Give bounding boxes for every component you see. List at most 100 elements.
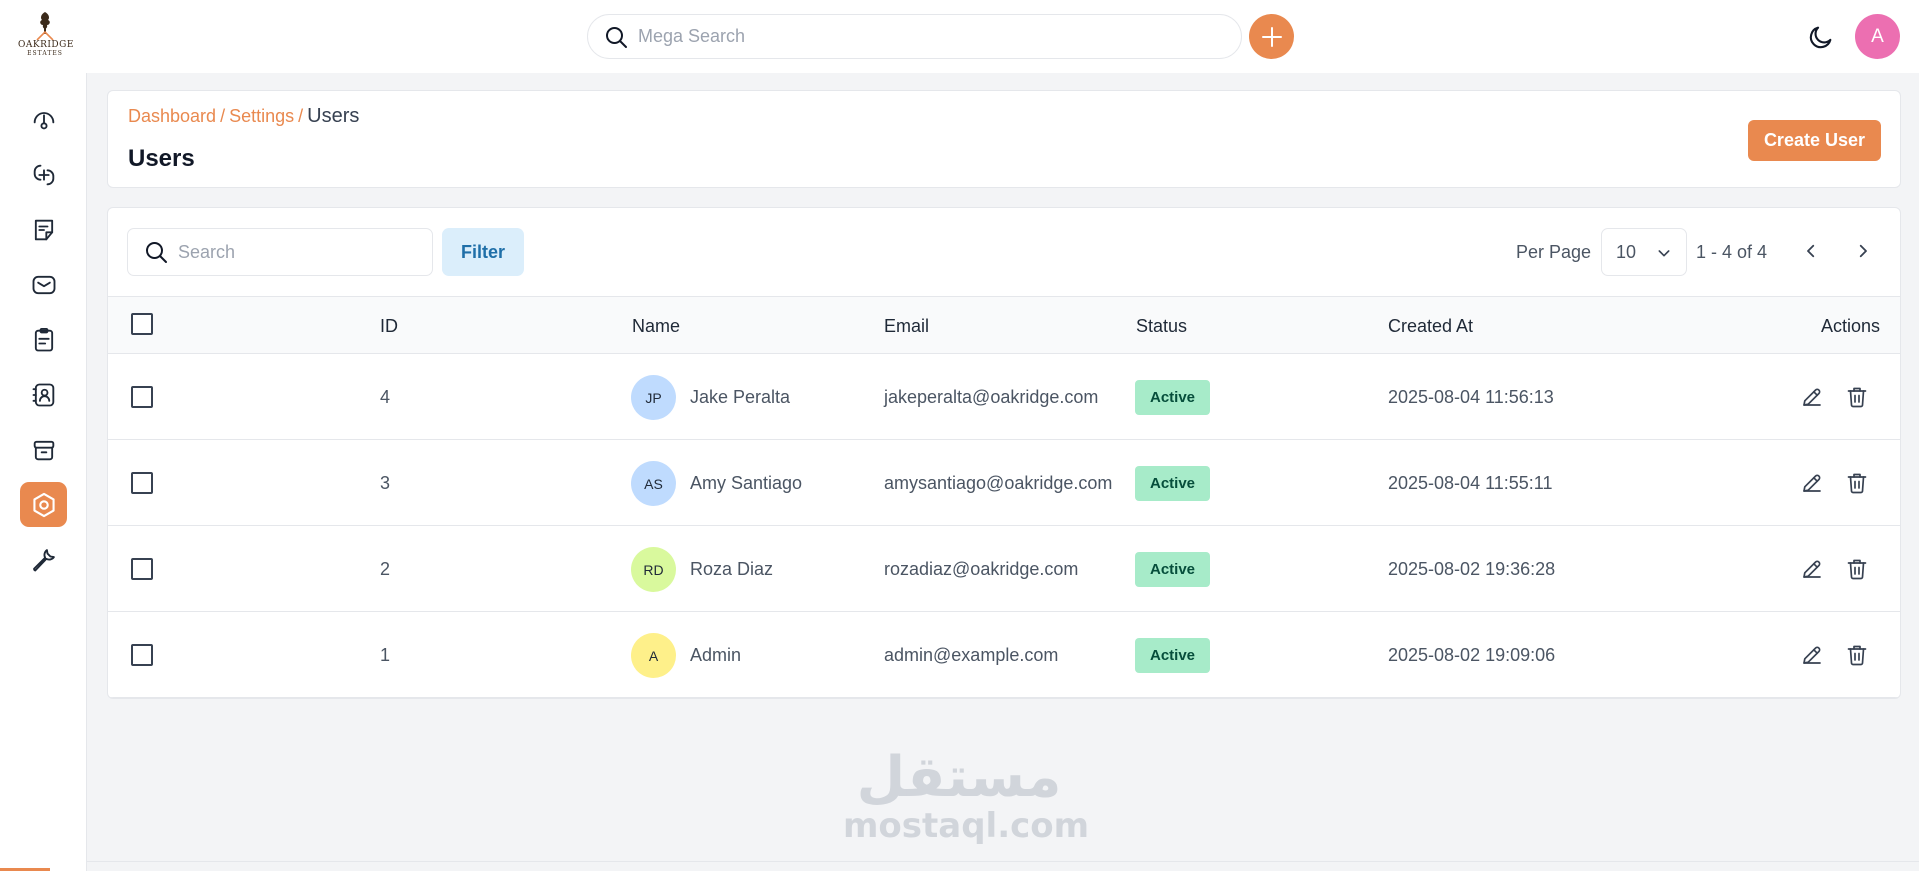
page-header-card: Dashboard / Settings / Users Users Create Us…	[107, 90, 1901, 188]
delete-button[interactable]	[1843, 383, 1871, 411]
create-user-button[interactable]: Create User	[1747, 120, 1881, 161]
user-name: Amy Santiago	[690, 473, 803, 493]
sidebar-item-tasks[interactable]	[20, 317, 67, 362]
breadcrumb-current: Users	[307, 105, 360, 127]
breadcrumb-dashboard[interactable]: Dashboard	[128, 106, 216, 126]
per-page-label: Per Page	[1516, 242, 1592, 262]
user-email: amysantiago@oakridge.com	[884, 473, 1113, 493]
mega-search-input[interactable]	[638, 26, 1198, 47]
trash-icon	[1847, 559, 1867, 580]
notes-icon	[34, 219, 53, 240]
oak-tree-icon	[36, 12, 54, 40]
search-icon	[606, 26, 627, 48]
top-bar: OAKRIDGE ESTATES A	[0, 0, 1919, 73]
column-header-created-at[interactable]: Created At	[1388, 316, 1473, 337]
select-all-checkbox[interactable]	[131, 313, 153, 335]
edit-button[interactable]	[1798, 469, 1826, 497]
edit-button[interactable]	[1798, 383, 1826, 411]
per-page-value: 10	[1616, 241, 1637, 262]
user-id: 2	[380, 559, 391, 579]
row-checkbox[interactable]	[131, 472, 153, 494]
pencil-icon	[1803, 474, 1821, 492]
status-badge: Active	[1135, 466, 1211, 501]
user-email: jakeperalta@oakridge.com	[884, 387, 1099, 407]
delete-button[interactable]	[1843, 555, 1871, 583]
dark-mode-toggle[interactable]	[1806, 22, 1836, 52]
watermark-latin: mostaql.com	[843, 806, 1090, 846]
trash-icon	[1847, 473, 1867, 494]
breadcrumb-separator: /	[298, 106, 304, 126]
column-header-email[interactable]: Email	[884, 316, 929, 337]
trash-icon	[1847, 645, 1867, 666]
filter-button[interactable]: Filter	[442, 228, 524, 276]
avatar: A	[631, 633, 676, 678]
row-checkbox[interactable]	[131, 558, 153, 580]
trash-icon	[1847, 387, 1867, 408]
sidebar-item-settings[interactable]	[20, 482, 67, 527]
previous-page-button[interactable]	[1796, 236, 1826, 266]
created-at: 2025-08-02 19:36:28	[1388, 559, 1556, 579]
table-toolbar: Filter Per Page 10 1 - 4 of 4	[108, 208, 1900, 296]
company-logo[interactable]: OAKRIDGE ESTATES	[18, 10, 73, 64]
status-badge: Active	[1135, 380, 1211, 415]
dashboard-gauge-icon	[33, 111, 54, 129]
sidebar-item-notes[interactable]	[20, 207, 67, 252]
edit-button[interactable]	[1798, 641, 1826, 669]
footer-divider	[87, 861, 1919, 862]
clipboard-icon	[34, 327, 53, 351]
status-badge: Active	[1135, 552, 1211, 587]
user-name: Roza Diaz	[690, 559, 774, 579]
row-checkbox[interactable]	[131, 644, 153, 666]
user-email: rozadiaz@oakridge.com	[884, 559, 1079, 579]
created-at: 2025-08-04 11:55:11	[1388, 473, 1553, 493]
next-page-button[interactable]	[1848, 236, 1878, 266]
archive-icon	[33, 440, 54, 460]
wrench-icon	[32, 548, 55, 571]
user-name: Jake Peralta	[690, 387, 791, 407]
table-search-input[interactable]	[178, 241, 408, 263]
table-row[interactable]: 4 JP Jake Peralta jakeperalta@oakridge.c…	[108, 354, 1900, 440]
user-avatar-button[interactable]: A	[1855, 14, 1900, 59]
pencil-icon	[1803, 388, 1821, 406]
sidebar-item-inbox[interactable]	[20, 262, 67, 307]
settings-icon	[32, 492, 55, 517]
sidebar-item-tools[interactable]	[20, 537, 67, 582]
users-table-card: Filter Per Page 10 1 - 4 of 4 ID Name Em…	[107, 207, 1901, 699]
watermark-arabic: مستقل	[856, 745, 1062, 810]
table-row[interactable]: 2 RD Roza Diaz rozadiaz@oakridge.com Act…	[108, 526, 1900, 612]
integrations-icon	[33, 164, 54, 185]
column-header-actions: Actions	[1820, 316, 1880, 336]
sidebar-item-integrations[interactable]	[20, 152, 67, 197]
created-at: 2025-08-02 19:09:06	[1388, 645, 1556, 665]
pencil-icon	[1803, 646, 1821, 664]
mostaql-watermark: مستقل mostaql.com	[843, 745, 1090, 846]
breadcrumb-settings[interactable]: Settings	[229, 106, 294, 126]
quick-add-button[interactable]	[1249, 14, 1294, 59]
chevron-left-icon	[1807, 244, 1815, 258]
sidebar-item-contacts[interactable]	[20, 372, 67, 417]
delete-button[interactable]	[1843, 469, 1871, 497]
table-row[interactable]: 1 A Admin admin@example.com Active 2025-…	[108, 612, 1900, 698]
table-search-box[interactable]	[127, 228, 433, 276]
column-header-name[interactable]: Name	[632, 316, 680, 337]
table-row[interactable]: 3 AS Amy Santiago amysantiago@oakridge.c…	[108, 440, 1900, 526]
column-header-status[interactable]: Status	[1136, 316, 1187, 337]
sidebar-item-dashboard[interactable]	[20, 97, 67, 142]
mega-search-bar[interactable]	[587, 14, 1242, 59]
delete-button[interactable]	[1843, 641, 1871, 669]
row-checkbox[interactable]	[131, 386, 153, 408]
user-email: admin@example.com	[884, 645, 1059, 665]
user-id: 1	[380, 645, 391, 665]
inbox-icon	[32, 275, 55, 294]
per-page-select[interactable]: 10	[1601, 228, 1687, 276]
column-header-id[interactable]: ID	[380, 316, 398, 337]
pagination-range: 1 - 4 of 4	[1696, 242, 1768, 262]
logo-subtext: ESTATES	[27, 50, 63, 57]
user-id: 3	[380, 473, 391, 493]
sidebar-item-archive[interactable]	[20, 427, 67, 472]
plus-icon	[1261, 26, 1282, 47]
avatar: AS	[631, 461, 676, 506]
created-at: 2025-08-04 11:56:13	[1388, 387, 1554, 407]
user-name: Admin	[690, 645, 742, 665]
edit-button[interactable]	[1798, 555, 1826, 583]
